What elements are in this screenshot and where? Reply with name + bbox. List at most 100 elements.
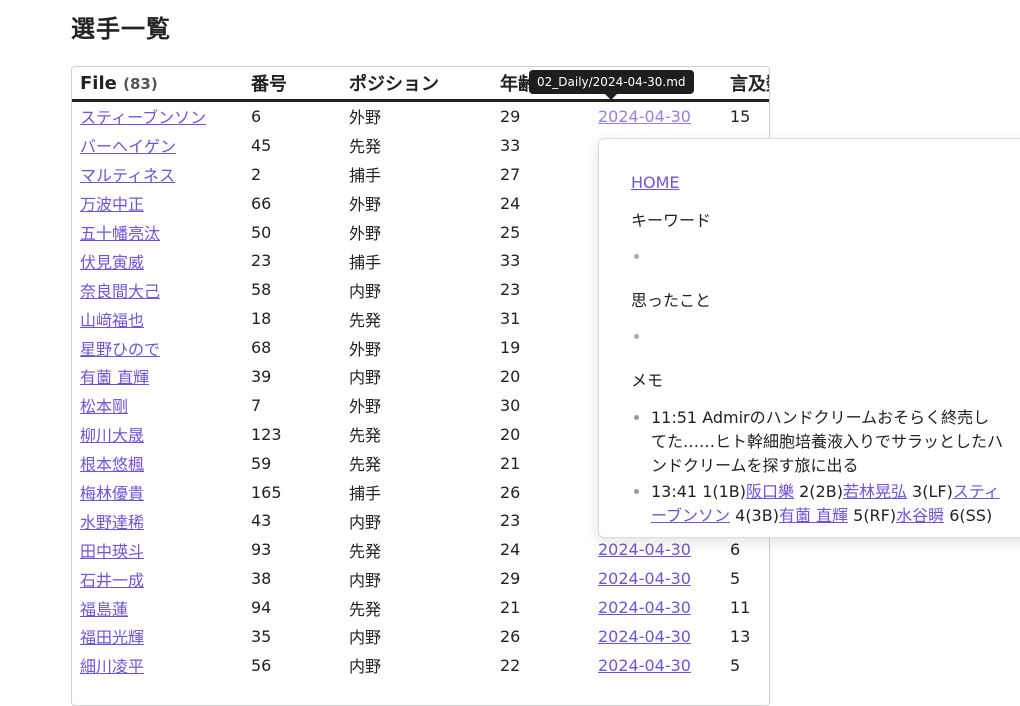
player-age: 20 <box>500 424 521 444</box>
table-cell-name: 伏見寅威 <box>72 246 243 275</box>
table-cell-name: 石井一成 <box>72 564 243 593</box>
column-header-position[interactable]: ポジション <box>341 67 492 102</box>
player-name-link[interactable]: 福島蓮 <box>80 600 128 619</box>
table-cell-number: 58 <box>243 275 341 304</box>
player-name-link[interactable]: マルティネス <box>80 166 175 185</box>
player-position: 捕手 <box>349 166 382 186</box>
table-cell-position: 内野 <box>341 506 492 535</box>
column-header-number[interactable]: 番号 <box>243 67 341 102</box>
date-link[interactable]: 2024-04-30 <box>598 656 691 675</box>
table-cell-name: スティーブンソン <box>72 101 243 131</box>
player-link[interactable]: 水谷瞬 <box>896 506 944 525</box>
column-header-mentions[interactable]: 言及数/> <box>722 67 769 102</box>
table-row: 田中瑛斗 93 先発 24 2024-04-30 6 <box>72 535 769 564</box>
table-cell-mentions: 15 <box>722 101 769 131</box>
player-name-link[interactable]: バーヘイゲン <box>80 137 176 156</box>
table-cell-position: 外野 <box>341 391 492 420</box>
player-number: 43 <box>251 511 272 531</box>
player-number: 68 <box>251 338 272 358</box>
player-name-link[interactable]: 有薗 直輝 <box>80 368 149 387</box>
player-name-link[interactable]: 奈良間大己 <box>80 282 160 301</box>
date-link[interactable]: 2024-04-30 <box>598 540 691 559</box>
player-number: 93 <box>251 540 272 560</box>
table-cell-age: 33 <box>492 131 590 160</box>
table-cell-position: 内野 <box>341 275 492 304</box>
table-cell-mentions: 11 <box>722 593 769 622</box>
player-age: 26 <box>500 626 521 646</box>
player-name-link[interactable]: 万波中正 <box>80 195 144 214</box>
player-link[interactable]: 若林晃弘 <box>843 482 907 501</box>
memo-heading: メモ <box>631 371 664 390</box>
player-link[interactable]: 有薗 直輝 <box>779 506 848 525</box>
player-name-link[interactable]: スティーブンソン <box>80 108 206 127</box>
player-position: 先発 <box>349 541 382 561</box>
player-name-link[interactable]: 水野達稀 <box>80 513 144 532</box>
table-cell-position: 捕手 <box>341 478 492 507</box>
table-cell-name: 有薗 直輝 <box>72 362 243 391</box>
table-cell-age: 27 <box>492 160 590 189</box>
player-name-link[interactable]: 石井一成 <box>80 571 144 590</box>
date-link[interactable]: 2024-04-30 <box>598 107 691 126</box>
home-link[interactable]: HOME <box>631 173 1003 192</box>
table-cell-number: 94 <box>243 593 341 622</box>
player-position: 外野 <box>349 397 382 417</box>
player-position: 内野 <box>349 368 382 388</box>
player-name-link[interactable]: 田中瑛斗 <box>80 542 144 561</box>
table-cell-number: 6 <box>243 101 341 131</box>
table-cell-age: 22 <box>492 651 590 680</box>
player-name-link[interactable]: 福田光輝 <box>80 628 144 647</box>
player-name-link[interactable]: 伏見寅威 <box>80 253 144 272</box>
table-cell-age: 23 <box>492 506 590 535</box>
table-cell-age: 33 <box>492 246 590 275</box>
player-age: 29 <box>500 569 521 589</box>
link-tooltip: 02_Daily/2024-04-30.md <box>529 70 694 94</box>
table-cell-age: 20 <box>492 420 590 449</box>
list-item <box>651 246 1003 268</box>
table-cell-name: 万波中正 <box>72 189 243 218</box>
player-age: 21 <box>500 598 521 618</box>
player-name-link[interactable]: 根本悠楓 <box>80 455 144 474</box>
table-cell-name: 根本悠楓 <box>72 449 243 478</box>
player-name-link[interactable]: 松本剛 <box>80 397 128 416</box>
table-row: 石井一成 38 内野 29 2024-04-30 5 <box>72 564 769 593</box>
table-cell-name: 星野ひので <box>72 333 243 362</box>
table-cell-age: 19 <box>492 333 590 362</box>
table-cell-number: 93 <box>243 535 341 564</box>
date-link[interactable]: 2024-04-30 <box>598 569 691 588</box>
player-link[interactable]: 阪口樂 <box>746 482 794 501</box>
player-name-link[interactable]: 星野ひので <box>80 340 160 359</box>
player-position: 内野 <box>349 570 382 590</box>
table-cell-name: マルティネス <box>72 160 243 189</box>
player-number: 58 <box>251 280 272 300</box>
player-name-link[interactable]: 山﨑福也 <box>80 311 144 330</box>
table-cell-age: 25 <box>492 218 590 247</box>
player-age: 29 <box>500 106 521 126</box>
note-preview-popover[interactable]: HOME キーワード 思ったこと メモ 11:51 Admirのハンドクリームお… <box>598 138 1020 538</box>
table-cell-position: 先発 <box>341 131 492 160</box>
player-number: 50 <box>251 222 272 242</box>
table-row: 細川凌平 56 内野 22 2024-04-30 5 <box>72 651 769 680</box>
table-cell-name: 梅林優貴 <box>72 478 243 507</box>
player-position: 外野 <box>349 108 382 128</box>
player-age: 19 <box>500 338 521 358</box>
table-cell-date: 2024-04-30 <box>590 622 722 651</box>
table-cell-position: 内野 <box>341 622 492 651</box>
table-cell-number: 39 <box>243 362 341 391</box>
player-name-link[interactable]: 柳川大晟 <box>80 426 144 445</box>
table-cell-number: 7 <box>243 391 341 420</box>
player-age: 30 <box>500 395 521 415</box>
player-name-link[interactable]: 細川凌平 <box>80 657 144 676</box>
mention-count: 13 <box>730 626 751 646</box>
player-number: 66 <box>251 193 272 213</box>
player-position: 捕手 <box>349 252 382 272</box>
date-link[interactable]: 2024-04-30 <box>598 627 691 646</box>
date-link[interactable]: 2024-04-30 <box>598 598 691 617</box>
table-cell-name: 柳川大晟 <box>72 420 243 449</box>
player-name-link[interactable]: 梅林優貴 <box>80 484 144 503</box>
table-cell-age: 26 <box>492 622 590 651</box>
mention-count: 5 <box>730 569 741 589</box>
column-header-file[interactable]: File (83) <box>72 67 243 102</box>
player-age: 23 <box>500 511 521 531</box>
table-cell-position: 捕手 <box>341 246 492 275</box>
player-name-link[interactable]: 五十幡亮汰 <box>80 224 160 243</box>
